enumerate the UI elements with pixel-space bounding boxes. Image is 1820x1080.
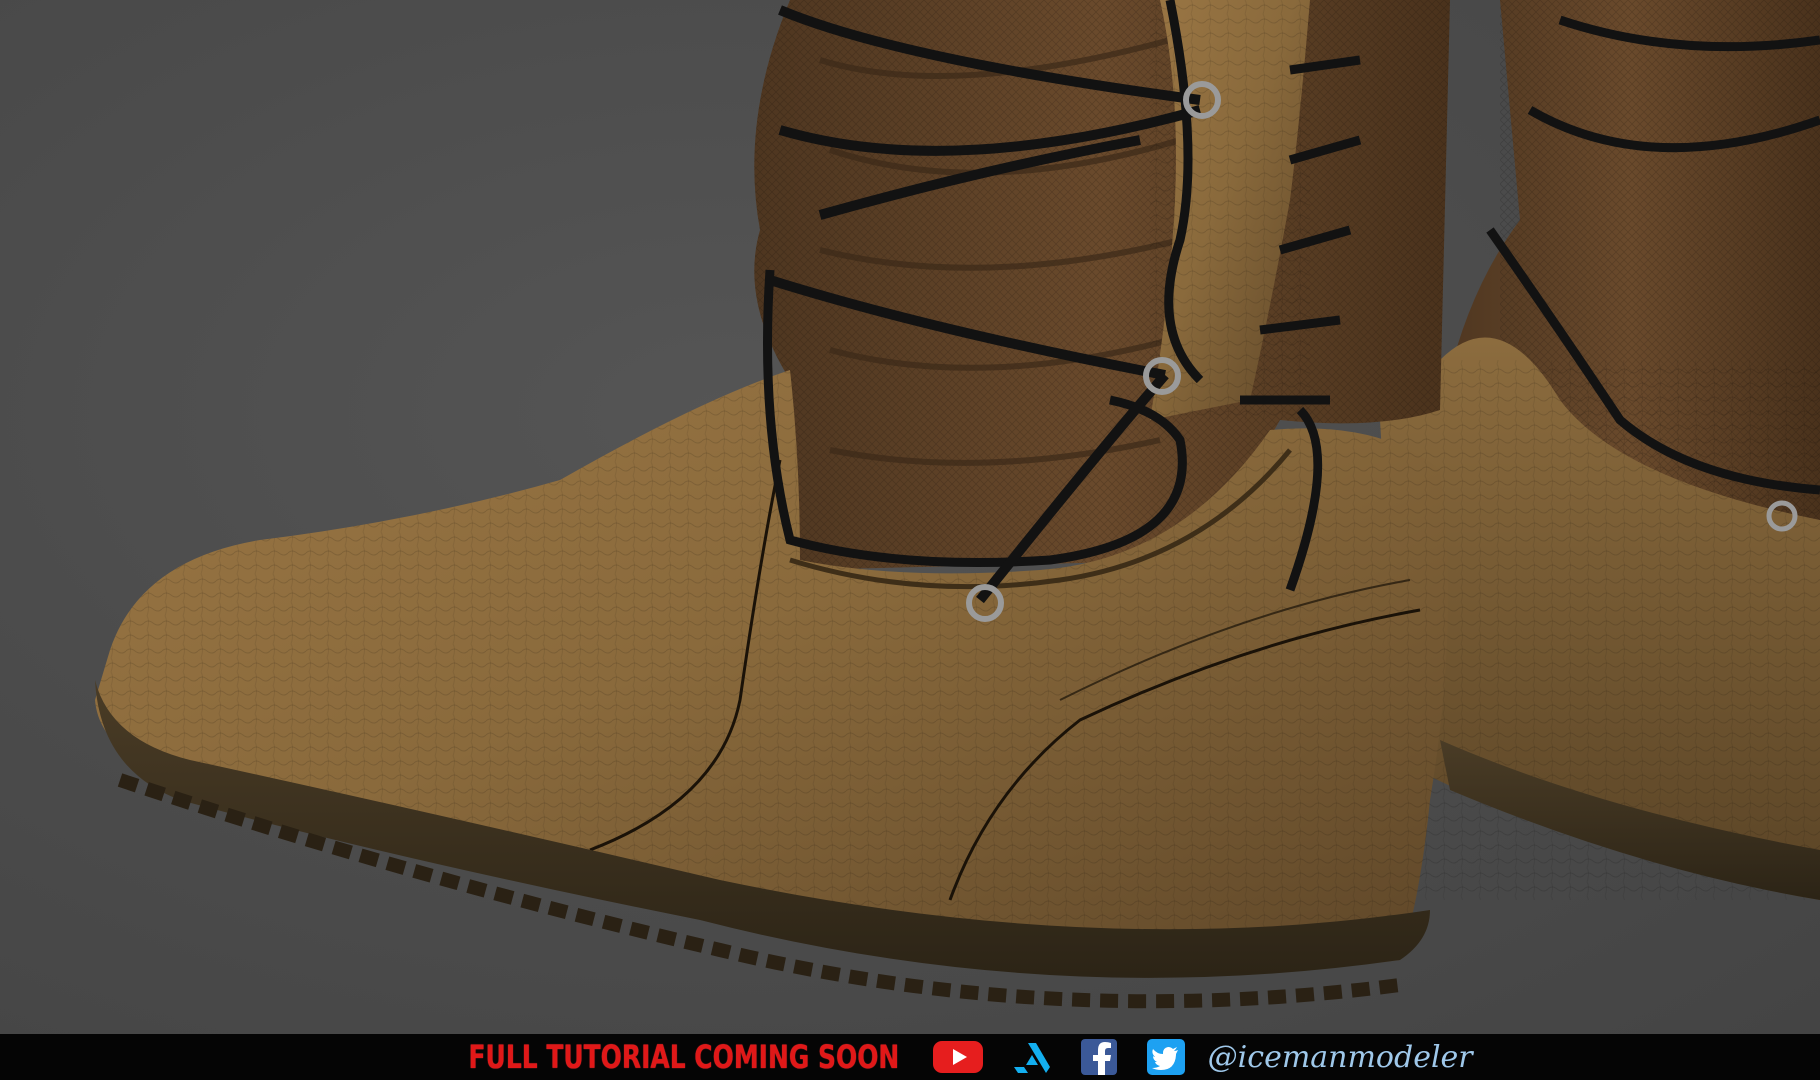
youtube-icon[interactable] — [932, 1039, 984, 1075]
render-viewport — [0, 0, 1820, 1034]
social-icons — [904, 1038, 1186, 1076]
twitter-icon[interactable] — [1146, 1038, 1186, 1076]
main-boot — [95, 0, 1450, 1009]
boot-render — [95, 0, 1820, 1009]
tutorial-announcement: FULL TUTORIAL COMING SOON — [468, 1038, 900, 1076]
social-handle: @icemanmodeler — [1207, 1039, 1473, 1075]
facebook-icon[interactable] — [1080, 1038, 1118, 1076]
footer-banner: FULL TUTORIAL COMING SOON @icemanmodeler — [0, 1034, 1820, 1080]
artstation-icon[interactable] — [1012, 1039, 1052, 1075]
